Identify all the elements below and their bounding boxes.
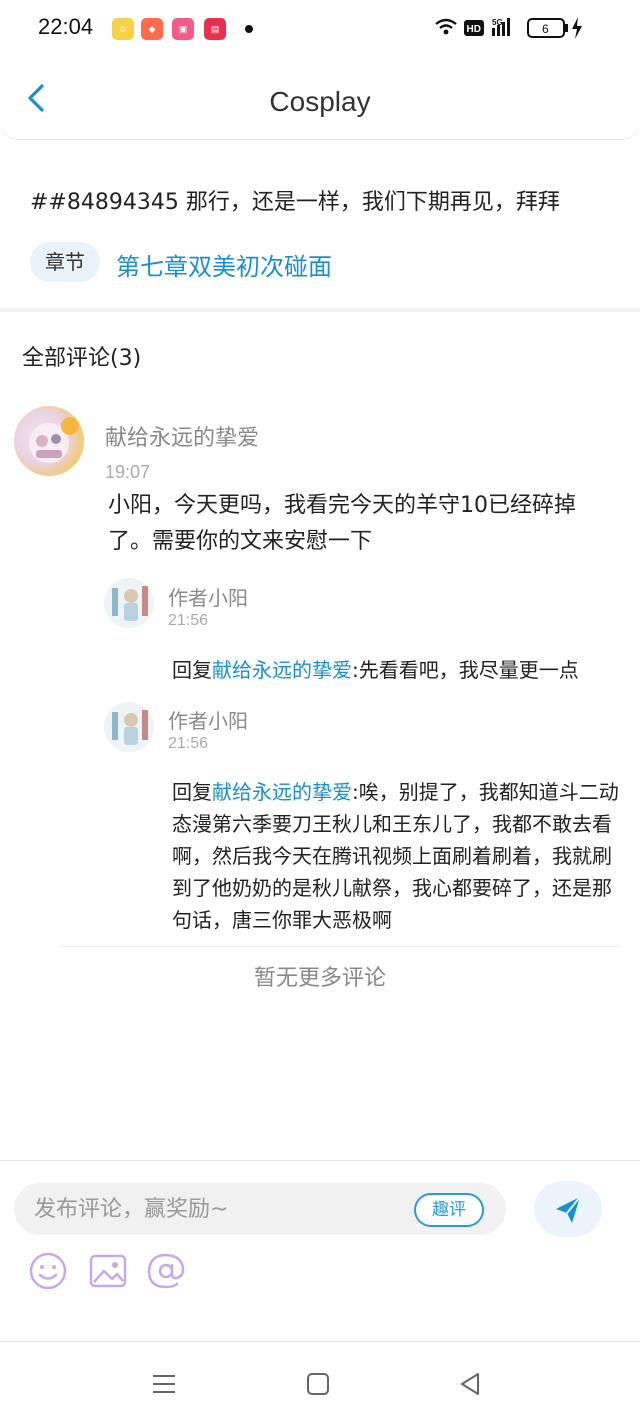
comment-composer: 趣评 xyxy=(0,1160,640,1342)
no-more-comments: 暂无更多评论 xyxy=(253,966,386,991)
reply-avatar[interactable] xyxy=(104,578,154,628)
menu-icon xyxy=(153,1375,175,1393)
reply-content: :先看看吧，我尽量更一点 xyxy=(352,658,579,682)
reply-text: 回复献给永远的挚爱:先看看吧，我尽量更一点 xyxy=(172,654,624,686)
emoji-icon xyxy=(29,1252,67,1290)
chapter-tag: 章节 xyxy=(30,242,100,282)
page-title: Cosplay xyxy=(269,86,371,117)
at-sign-icon xyxy=(147,1253,185,1289)
home-button[interactable] xyxy=(304,1370,332,1398)
charging-icon xyxy=(572,17,582,39)
post-section: ##84894345 那行，还是一样，我们下期再见，拜拜 章节 第七章双美初次碰… xyxy=(0,140,640,312)
system-nav-bar xyxy=(0,1342,640,1422)
hd-icon: HD xyxy=(464,20,484,36)
author-avatar-icon xyxy=(104,578,154,628)
square-icon xyxy=(307,1373,329,1395)
comment-author[interactable]: 献给永远的挚爱 xyxy=(105,420,259,452)
user-avatar-icon xyxy=(29,417,79,463)
section-divider xyxy=(0,308,640,312)
wifi-icon xyxy=(435,18,457,35)
comments-count-header: 全部评论(3) xyxy=(22,346,142,371)
reply-author[interactable]: 作者小阳 xyxy=(168,705,248,734)
post-text: ##84894345 那行，还是一样，我们下期再见，拜拜 xyxy=(30,190,560,215)
list-divider xyxy=(60,946,620,947)
reply-time: 21:56 xyxy=(168,735,209,752)
battery-icon: 6 xyxy=(527,18,568,38)
app-notification-icon: ▣ xyxy=(172,18,194,40)
reply-prefix: 回复 xyxy=(172,780,212,804)
signal-icon: 5G xyxy=(492,18,510,36)
reply-prefix: 回复 xyxy=(172,658,212,682)
status-bar: 22:04 ☺ ◆ ▣ ▤ HD 5G 6 xyxy=(0,0,640,56)
comment-time: 19:07 xyxy=(105,462,151,482)
reply-author[interactable]: 作者小阳 xyxy=(168,582,248,611)
app-notification-icon: ▤ xyxy=(204,18,226,40)
svg-text:6: 6 xyxy=(542,22,549,36)
emoji-button[interactable] xyxy=(28,1251,68,1291)
status-icons: HD 5G 6 xyxy=(435,17,582,39)
status-time: 22:04 xyxy=(38,14,94,39)
triangle-back-icon xyxy=(461,1373,479,1395)
mention-button[interactable] xyxy=(146,1251,186,1291)
chapter-link[interactable]: 第七章双美初次碰面 xyxy=(116,247,332,282)
mention-link[interactable]: 献给永远的挚爱 xyxy=(212,658,352,682)
image-icon xyxy=(89,1254,127,1288)
app-notification-icon: ☺ xyxy=(112,18,134,40)
top-nav-bar: Cosplay xyxy=(0,56,640,140)
avatar[interactable] xyxy=(14,406,84,476)
quping-button[interactable]: 趣评 xyxy=(414,1193,484,1227)
image-button[interactable] xyxy=(88,1251,128,1291)
comment-text: 小阳，今天更吗，我看完今天的羊守10已经碎掉了。需要你的文来安慰一下 xyxy=(108,493,576,554)
notification-dot-icon xyxy=(245,25,253,33)
back-nav-button[interactable] xyxy=(456,1370,484,1398)
reply-avatar[interactable] xyxy=(104,702,154,752)
send-button[interactable] xyxy=(534,1181,602,1237)
reply-time: 21:56 xyxy=(168,612,209,629)
send-icon xyxy=(556,1196,581,1223)
svg-text:HD: HD xyxy=(467,24,481,35)
mention-link[interactable]: 献给永远的挚爱 xyxy=(212,780,352,804)
menu-button[interactable] xyxy=(150,1370,178,1398)
app-notification-icon: ◆ xyxy=(141,18,163,40)
author-avatar-icon xyxy=(104,702,154,752)
reply-text: 回复献给永远的挚爱:唉，别提了，我都知道斗二动态漫第六季要刀王秋儿和王东儿了，我… xyxy=(172,776,624,936)
